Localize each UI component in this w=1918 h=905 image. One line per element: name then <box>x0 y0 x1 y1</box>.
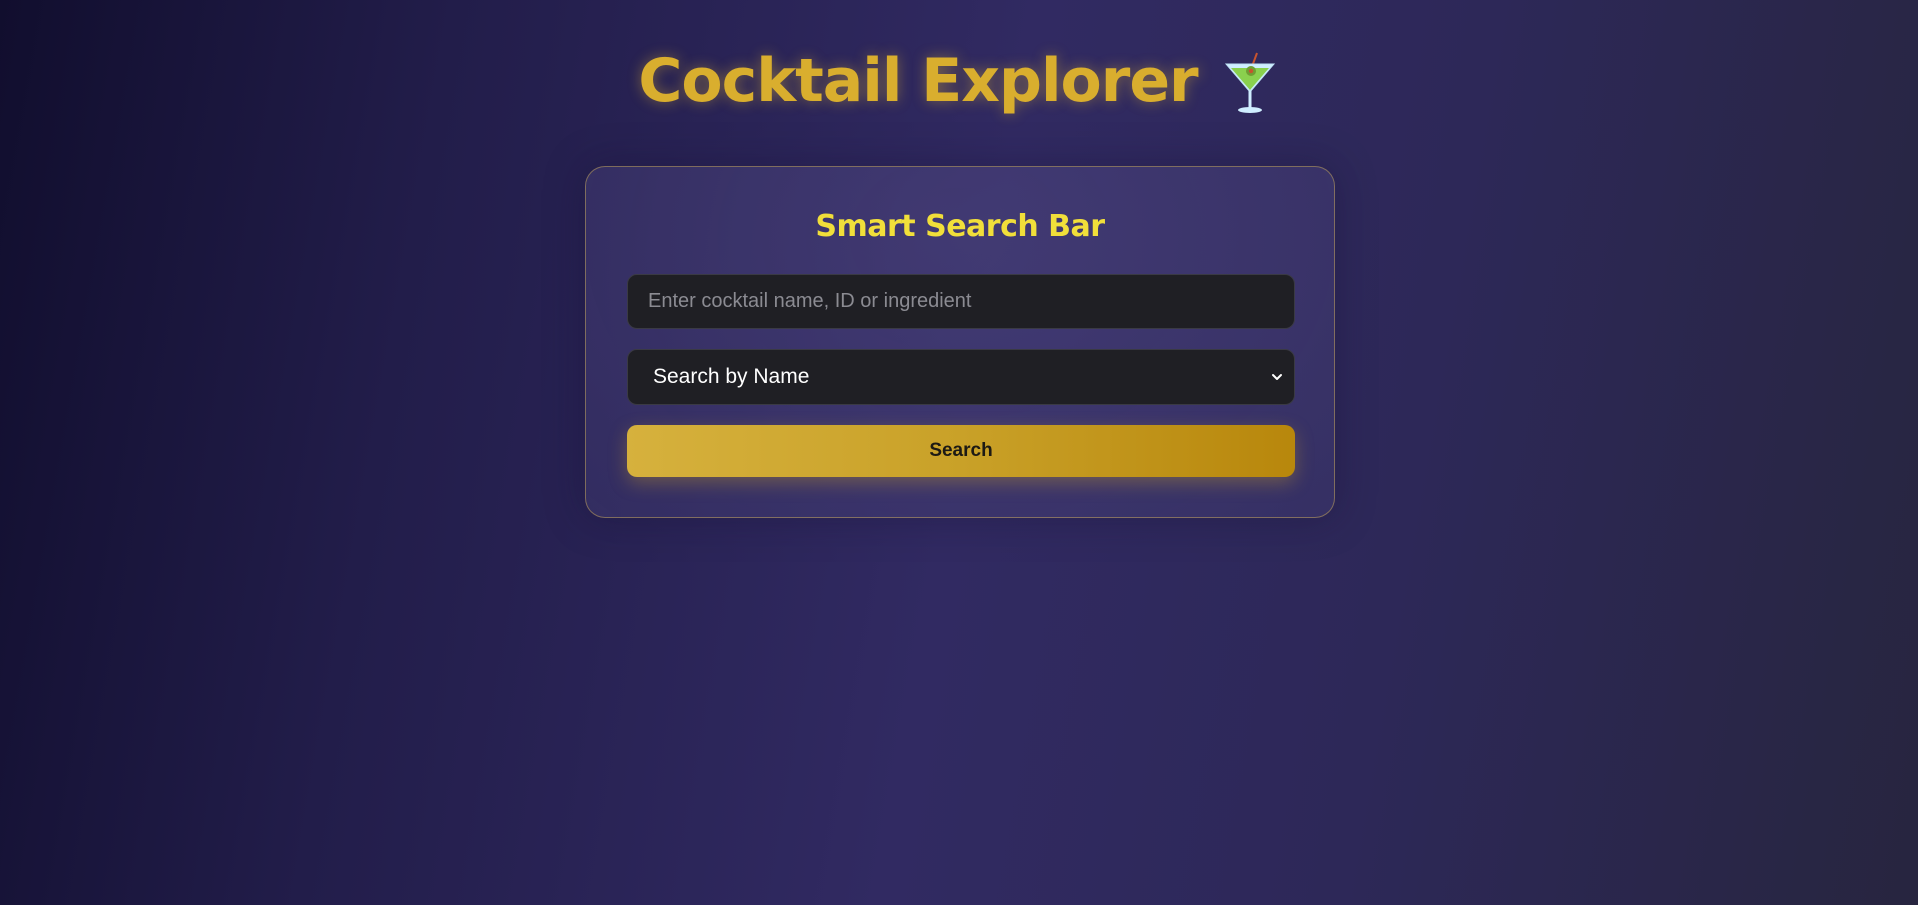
card-heading: Smart Search Bar <box>815 209 1105 244</box>
chevron-down-icon <box>1270 370 1284 384</box>
app-header: Cocktail Explorer <box>0 42 1918 120</box>
search-type-select[interactable]: Search by Name <box>627 349 1295 405</box>
cocktail-glass-icon <box>1220 50 1280 116</box>
search-button[interactable]: Search <box>627 425 1295 477</box>
search-type-value: Search by Name <box>653 365 810 388</box>
app-title: Cocktail Explorer <box>638 46 1198 116</box>
search-card: Smart Search Bar Search by Name Search <box>585 166 1335 518</box>
search-input[interactable] <box>627 274 1295 329</box>
